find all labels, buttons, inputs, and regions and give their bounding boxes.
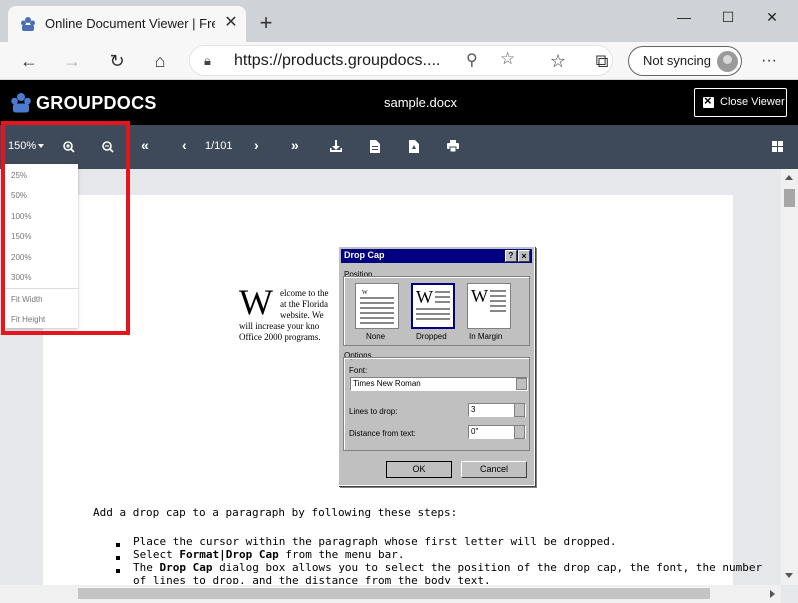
vertical-scrollbar[interactable] [781,169,798,585]
first-page-icon[interactable]: « [141,137,149,153]
browser-tab-bar: Online Document Viewer | Free C ✕ + — ☐ … [0,0,798,42]
download-icon[interactable] [330,140,342,153]
position-none-label: None [366,332,386,341]
profile-sync-button[interactable]: Not syncing [628,46,742,76]
step-2-text: Select [133,548,180,561]
groupdocs-logo-icon [11,93,31,113]
window-close-icon[interactable]: ✕ [750,4,794,30]
pdf-file-icon[interactable] [409,140,419,153]
url-text: https://products.groupdocs.... [234,52,441,69]
dropped-cap-icon: W [416,287,450,320]
home-icon[interactable]: ⌂ [146,48,174,74]
back-icon[interactable]: ← [15,48,43,74]
step-3-cont: of lines to drop, and the distance from … [133,574,491,584]
vertical-scroll-thumb[interactable] [784,189,795,207]
dialog-close-icon: × [518,250,530,262]
close-viewer-button[interactable]: Close Viewer [694,88,787,117]
step-3-bold: Drop Cap [159,561,213,574]
favorites-icon[interactable]: ☆ [544,48,572,74]
horizontal-scroll-thumb[interactable] [78,588,710,599]
scroll-down-icon[interactable] [785,573,793,578]
font-label: Font: [349,366,368,375]
app-header: GROUPDOCS sample.docx Close Viewer [0,80,798,125]
bullet-icon [116,543,120,547]
ok-button: OK [386,461,452,478]
add-favorite-icon[interactable]: ☆ [500,49,515,69]
forward-icon[interactable]: → [58,48,86,74]
step-3: The Drop Cap dialog box allows you to se… [133,561,762,574]
tab-title: Online Document Viewer | Free C [45,16,215,31]
drop-cap-dialog-image: Drop Cap ? × Position W W W None Dropped… [338,246,535,486]
close-viewer-label: Close Viewer [720,96,785,108]
distance-spinner-icon [514,425,525,439]
step-2-text-end: from the menu bar. [278,548,405,561]
position-dropped-option: W [411,283,455,329]
page-zoom-icon[interactable]: ⚲ [466,50,478,70]
maximize-icon[interactable]: ☐ [706,4,750,30]
highlight-box [1,121,130,335]
previous-page-icon[interactable]: ‹ [182,137,187,153]
para-line: elcome to the [280,288,329,298]
distance-label: Distance from text: [349,429,416,438]
lines-spinner-icon [514,403,525,417]
para-line: will increase your kno [239,321,320,331]
svg-text:W: W [362,290,368,296]
avatar-icon [717,51,738,72]
help-icon: ? [505,250,517,262]
font-field: Times New Roman [350,377,528,391]
groupdocs-favicon-icon [21,17,35,31]
lock-icon[interactable]: 🔒︎ [204,53,211,69]
in-margin-cap-icon: W [471,286,506,312]
svg-text:W: W [416,287,433,307]
font-dropdown-icon [516,378,527,390]
new-tab-icon[interactable]: + [253,10,279,36]
position-in-margin-label: In Margin [469,332,503,341]
close-tab-icon[interactable]: ✕ [220,12,242,34]
lines-label: Lines to drop: [349,407,398,416]
scroll-right-icon[interactable] [770,590,775,598]
step-2: Select Format|Drop Cap from the menu bar… [133,548,405,561]
sync-label: Not syncing [643,53,711,68]
page-indicator: 1/101 [205,140,233,152]
minimize-icon[interactable]: — [662,4,706,30]
refresh-icon[interactable]: ↻ [103,48,131,74]
file-icon[interactable] [370,140,380,153]
next-page-icon[interactable]: › [254,137,259,153]
step-3-text: The [133,561,160,574]
scroll-up-icon[interactable] [785,175,793,180]
drop-cap-letter: W [239,282,273,322]
collections-icon[interactable]: ⧉ [588,48,616,74]
cancel-button: Cancel [461,461,527,478]
dialog-title: Drop Cap [344,250,385,260]
bullet-icon [116,569,120,573]
step-3-text-end: dialog box allows you to select the posi… [212,561,763,574]
no-drop-cap-icon: W [360,290,394,324]
para-line: at the Florida [280,299,328,309]
thumbnails-icon[interactable] [772,141,783,152]
last-page-icon[interactable]: » [291,137,299,153]
step-2-bold: Format|Drop Cap [179,548,279,561]
print-icon[interactable] [447,140,459,152]
file-name: sample.docx [384,95,457,110]
para-line: Office 2000 programs. [239,332,321,342]
bullet-icon [116,556,120,560]
more-menu-icon[interactable]: ··· [755,48,783,74]
position-none-option: W [355,283,399,329]
address-bar-row: ← → ↻ ⌂ 🔒︎ https://products.groupdocs...… [0,42,798,80]
dialog-titlebar: Drop Cap ? × [341,249,532,263]
logo-text: GROUPDOCS [36,93,157,113]
step-1: Place the cursor within the paragraph wh… [133,535,617,548]
svg-text:W: W [471,286,488,306]
steps-intro: Add a drop cap to a paragraph by followi… [93,506,458,519]
position-dropped-label: Dropped [416,332,447,341]
para-line: website. We [280,310,324,320]
horizontal-scrollbar[interactable] [0,585,781,603]
close-icon [703,93,714,108]
position-in-margin-option: W [467,283,511,329]
browser-tab[interactable]: Online Document Viewer | Free C ✕ [8,6,246,42]
